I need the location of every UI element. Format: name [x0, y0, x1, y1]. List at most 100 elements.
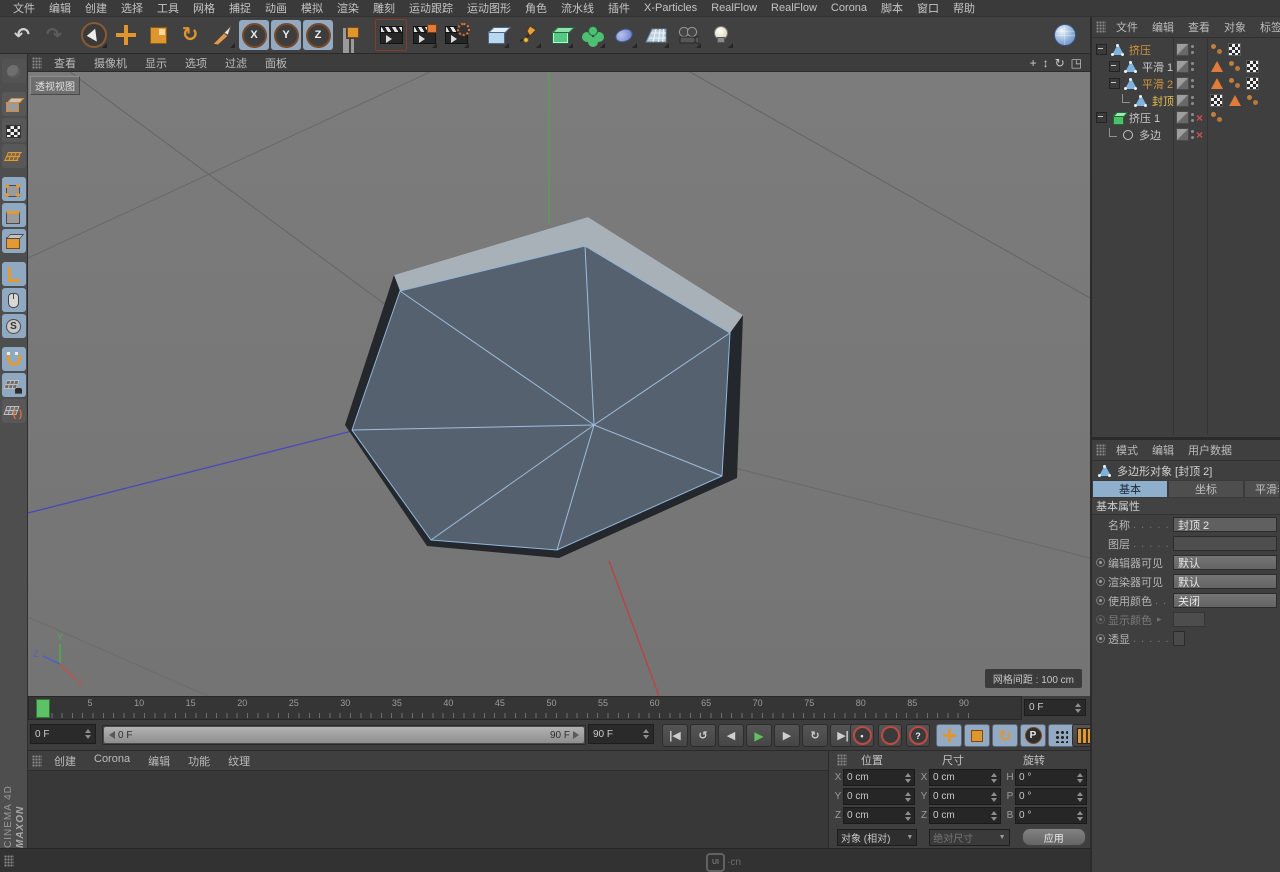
menu-item[interactable]: RealFlow [764, 2, 824, 14]
visibility-dots[interactable] [1191, 129, 1195, 140]
coordinate-input[interactable]: 0 cm [843, 807, 915, 824]
menu-item[interactable]: 网格 [186, 0, 222, 16]
tab-basic[interactable]: 基本 [1092, 480, 1168, 498]
menu-item[interactable]: 动画 [258, 0, 294, 16]
panel-handle-icon[interactable] [32, 57, 42, 69]
reset-radio-icon[interactable] [1095, 538, 1106, 549]
render-view-button[interactable] [375, 19, 407, 51]
menu-item[interactable]: 捕捉 [222, 0, 258, 16]
expander-toggle[interactable] [1122, 94, 1130, 103]
menu-item[interactable]: 运动图形 [460, 0, 518, 16]
viewport-menu-item[interactable]: 选项 [176, 55, 216, 71]
spinner-arrows[interactable] [1076, 773, 1083, 783]
attribute-menu-item[interactable]: 编辑 [1145, 442, 1181, 458]
spinner-arrows[interactable] [1076, 811, 1083, 821]
current-frame-field[interactable]: 0 F [1024, 699, 1086, 716]
timeline-ruler[interactable]: 051015202530354045505560657075808590 [28, 696, 1022, 720]
layer-chip[interactable] [1176, 111, 1189, 124]
spinner-arrows[interactable] [904, 792, 911, 802]
coordinate-input[interactable]: 0 ° [1015, 769, 1087, 786]
attribute-field[interactable]: 默认 [1173, 555, 1277, 570]
spinner-arrows[interactable] [1076, 792, 1083, 802]
goto-start-button[interactable]: |◀ [662, 724, 688, 747]
expander-toggle[interactable] [1109, 128, 1117, 137]
viewport-dolly-icon[interactable]: ↕ [1043, 57, 1049, 69]
object-row[interactable]: 封顶 2 [1092, 92, 1280, 109]
viewport-menu-item[interactable]: 显示 [136, 55, 176, 71]
render-settings-button[interactable] [441, 20, 471, 50]
object-name[interactable]: 挤压 1 [1129, 110, 1160, 126]
knife-tool[interactable] [207, 20, 237, 50]
tag-icon[interactable] [1210, 94, 1224, 107]
record-rotation-toggle[interactable]: ↻ [992, 724, 1018, 747]
render-picture-viewer-button[interactable] [409, 20, 439, 50]
spinner-arrows[interactable] [990, 811, 997, 821]
menu-item[interactable]: 窗口 [910, 0, 946, 16]
menu-item[interactable]: 选择 [114, 0, 150, 16]
layer-chip[interactable] [1176, 77, 1189, 90]
menu-item[interactable]: 雕刻 [366, 0, 402, 16]
snap[interactable] [2, 347, 26, 371]
coordinate-mode-dropdown[interactable]: 对象 (相对)▼ [837, 829, 917, 846]
layer-chip[interactable] [1176, 94, 1189, 107]
coordinate-input[interactable]: 0 cm [929, 807, 1001, 824]
visibility-dots[interactable] [1191, 112, 1195, 123]
tag-icon[interactable] [1210, 111, 1224, 124]
reset-radio-icon[interactable] [1095, 519, 1106, 530]
panel-handle-icon[interactable] [1096, 21, 1106, 33]
axis-mode[interactable] [2, 262, 26, 286]
view-label[interactable]: 透视视图 [30, 76, 80, 95]
preview-range-slider[interactable]: 0 F 90 F [102, 725, 586, 745]
tag-icon[interactable] [1228, 94, 1242, 107]
rotate-tool[interactable]: ↻ [175, 20, 205, 50]
points-mode[interactable] [2, 177, 26, 201]
material-menu-item[interactable]: 纹理 [219, 753, 259, 769]
attribute-field[interactable]: 关闭 [1173, 593, 1277, 608]
panel-handle-icon[interactable] [4, 855, 14, 867]
viewport-maximize-icon[interactable]: ◳ [1071, 57, 1082, 69]
disable-mark[interactable]: × [1196, 112, 1206, 124]
record-scale-toggle[interactable] [964, 724, 990, 747]
visibility-dots[interactable] [1191, 78, 1195, 89]
object-name[interactable]: 平滑 2 [1142, 76, 1173, 92]
texture-mode[interactable] [2, 118, 26, 142]
expander-toggle[interactable] [1096, 44, 1107, 55]
menu-item[interactable]: 创建 [78, 0, 114, 16]
panel-handle-icon[interactable] [837, 754, 847, 766]
play-backwards-button[interactable]: ↺ [690, 724, 716, 747]
menu-item[interactable]: 编辑 [42, 0, 78, 16]
tag-icon[interactable] [1228, 77, 1242, 90]
tag-icon[interactable] [1228, 43, 1242, 56]
viewport-menu-item[interactable]: 查看 [45, 55, 85, 71]
menu-item[interactable]: 工具 [150, 0, 186, 16]
material-menu-item[interactable]: Corona [85, 753, 139, 769]
light-object-button[interactable] [705, 20, 735, 50]
record-parameter-toggle[interactable]: P [1020, 724, 1046, 747]
simulation[interactable]: S [2, 314, 26, 338]
viewport-menu-item[interactable]: 过滤 [216, 55, 256, 71]
apply-button[interactable]: 应用 [1022, 828, 1086, 846]
tag-icon[interactable] [1210, 43, 1224, 56]
visibility-dots[interactable] [1191, 44, 1195, 55]
attribute-field[interactable] [1173, 631, 1185, 646]
coordinate-input[interactable]: 0 cm [929, 788, 1001, 805]
layer-chip[interactable] [1176, 43, 1189, 56]
object-name[interactable]: 平滑 1 [1142, 59, 1173, 75]
spline-pen-button[interactable] [513, 20, 543, 50]
lock-y-axis-button[interactable]: Y [271, 20, 301, 50]
layer-chip[interactable] [1176, 128, 1189, 141]
deformer-button[interactable] [609, 20, 639, 50]
menu-item[interactable]: X-Particles [637, 2, 704, 14]
make-editable[interactable] [2, 59, 26, 83]
tag-icon[interactable] [1228, 60, 1242, 73]
floor-object-button[interactable] [641, 20, 671, 50]
record-position-toggle[interactable] [936, 724, 962, 747]
sky-object-button[interactable] [1050, 20, 1080, 50]
material-menu-item[interactable]: 创建 [45, 753, 85, 769]
reset-radio-icon[interactable] [1095, 614, 1106, 625]
tag-icon[interactable] [1246, 60, 1260, 73]
material-menu-item[interactable]: 编辑 [139, 753, 179, 769]
reset-radio-icon[interactable] [1095, 595, 1106, 606]
end-frame-spinner-field[interactable]: 90 F [588, 724, 654, 744]
menu-item[interactable]: 插件 [601, 0, 637, 16]
